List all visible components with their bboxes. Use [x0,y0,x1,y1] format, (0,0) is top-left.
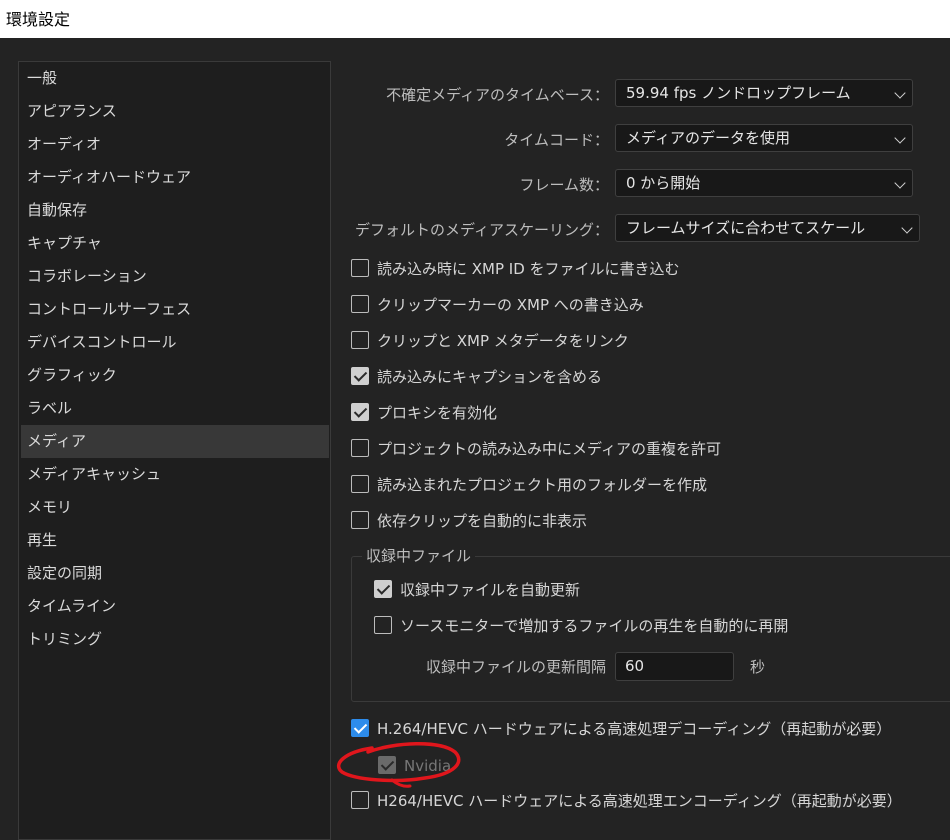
frame-count-value: 0 から開始 [626,174,701,192]
hw-encode-label: H264/HEVC ハードウェアによる高速処理エンコーディング（再起動が必要） [377,792,902,810]
allow-duplicate-media-checkbox[interactable] [351,439,369,457]
auto-resume-playback-checkbox[interactable] [374,616,392,634]
enable-proxies-label: プロキシを有効化 [377,404,498,422]
sidebar-item-timeline[interactable]: タイムライン [21,590,329,623]
chevron-down-icon [894,132,906,144]
sidebar-item-media[interactable]: メディア [21,425,329,458]
link-clip-xmp-checkbox[interactable] [351,331,369,349]
sidebar-item-appearance[interactable]: アピアランス [21,95,329,128]
growing-files-title: 収録中ファイル [362,546,476,566]
timecode-value: メディアのデータを使用 [626,129,790,147]
sidebar-item-control-surface[interactable]: コントロールサーフェス [21,293,329,326]
sidebar-item-graphics[interactable]: グラフィック [21,359,329,392]
auto-refresh-growing-checkbox[interactable] [374,580,392,598]
timecode-dropdown[interactable]: メディアのデータを使用 [615,124,913,152]
sidebar-item-audio-hardware[interactable]: オーディオハードウェア [21,161,329,194]
auto-refresh-growing-label: 収録中ファイルを自動更新 [400,581,581,599]
sidebar-item-playback[interactable]: 再生 [21,524,329,557]
hide-dependent-clips-label: 依存クリップを自動的に非表示 [377,512,588,530]
timebase-value: 59.94 fps ノンドロップフレーム [626,84,851,102]
timecode-label: タイムコード： [504,131,609,149]
hw-encode-checkbox[interactable] [351,791,369,809]
timebase-label: 不確定メディアのタイムベース： [386,86,609,104]
scaling-value: フレームサイズに合わせてスケール [626,219,866,237]
xmp-id-write-checkbox[interactable] [351,259,369,277]
window-title: 環境設定 [6,10,71,29]
nvidia-label: Nvidia [404,757,452,775]
sidebar-item-capture[interactable]: キャプチャ [21,227,329,260]
allow-duplicate-media-label: プロジェクトの読み込み中にメディアの重複を許可 [377,440,721,458]
chevron-down-icon [894,177,906,189]
include-captions-label: 読み込みにキャプションを含める [377,368,603,386]
scaling-dropdown[interactable]: フレームサイズに合わせてスケール [615,214,920,242]
clip-marker-xmp-label: クリップマーカーの XMP への書き込み [377,296,644,314]
sidebar-item-memory[interactable]: メモリ [21,491,329,524]
link-clip-xmp-label: クリップと XMP メタデータをリンク [377,332,629,350]
clip-marker-xmp-checkbox[interactable] [351,295,369,313]
sidebar-item-auto-save[interactable]: 自動保存 [21,194,329,227]
chevron-down-icon [894,87,906,99]
scaling-label: デフォルトのメディアスケーリング： [355,221,609,239]
sidebar-item-sync-settings[interactable]: 設定の同期 [21,557,329,590]
sidebar-item-device-control[interactable]: デバイスコントロール [21,326,329,359]
create-project-folder-label: 読み込まれたプロジェクト用のフォルダーを作成 [377,476,708,494]
auto-resume-playback-label: ソースモニターで増加するファイルの再生を自動的に再開 [400,617,789,635]
refresh-interval-label: 収録中ファイルの更新間隔 [425,658,606,676]
frame-count-label: フレーム数： [519,176,609,194]
sidebar-item-general[interactable]: 一般 [21,62,329,95]
frame-count-dropdown[interactable]: 0 から開始 [615,169,913,197]
hw-decode-checkbox[interactable] [351,719,369,737]
refresh-interval-unit: 秒 [750,658,766,676]
sidebar-item-trim[interactable]: トリミング [21,623,329,656]
sidebar-item-audio[interactable]: オーディオ [21,128,329,161]
sidebar-item-media-cache[interactable]: メディアキャッシュ [21,458,329,491]
chevron-down-icon [901,222,913,234]
create-project-folder-checkbox[interactable] [351,475,369,493]
sidebar-item-labels[interactable]: ラベル [21,392,329,425]
refresh-interval-input[interactable]: 60 [615,652,734,681]
include-captions-checkbox[interactable] [351,367,369,385]
xmp-id-write-label: 読み込み時に XMP ID をファイルに書き込む [377,260,680,278]
enable-proxies-checkbox[interactable] [351,403,369,421]
timebase-dropdown[interactable]: 59.94 fps ノンドロップフレーム [615,79,913,107]
window-titlebar: 環境設定 [0,0,950,38]
hw-decode-label: H.264/HEVC ハードウェアによる高速処理デコーディング（再起動が必要） [377,720,892,738]
hide-dependent-clips-checkbox[interactable] [351,511,369,529]
sidebar-item-collaboration[interactable]: コラボレーション [21,260,329,293]
preferences-sidebar: 一般 アピアランス オーディオ オーディオハードウェア 自動保存 キャプチャ コ… [18,61,331,840]
nvidia-checkbox [378,756,396,774]
